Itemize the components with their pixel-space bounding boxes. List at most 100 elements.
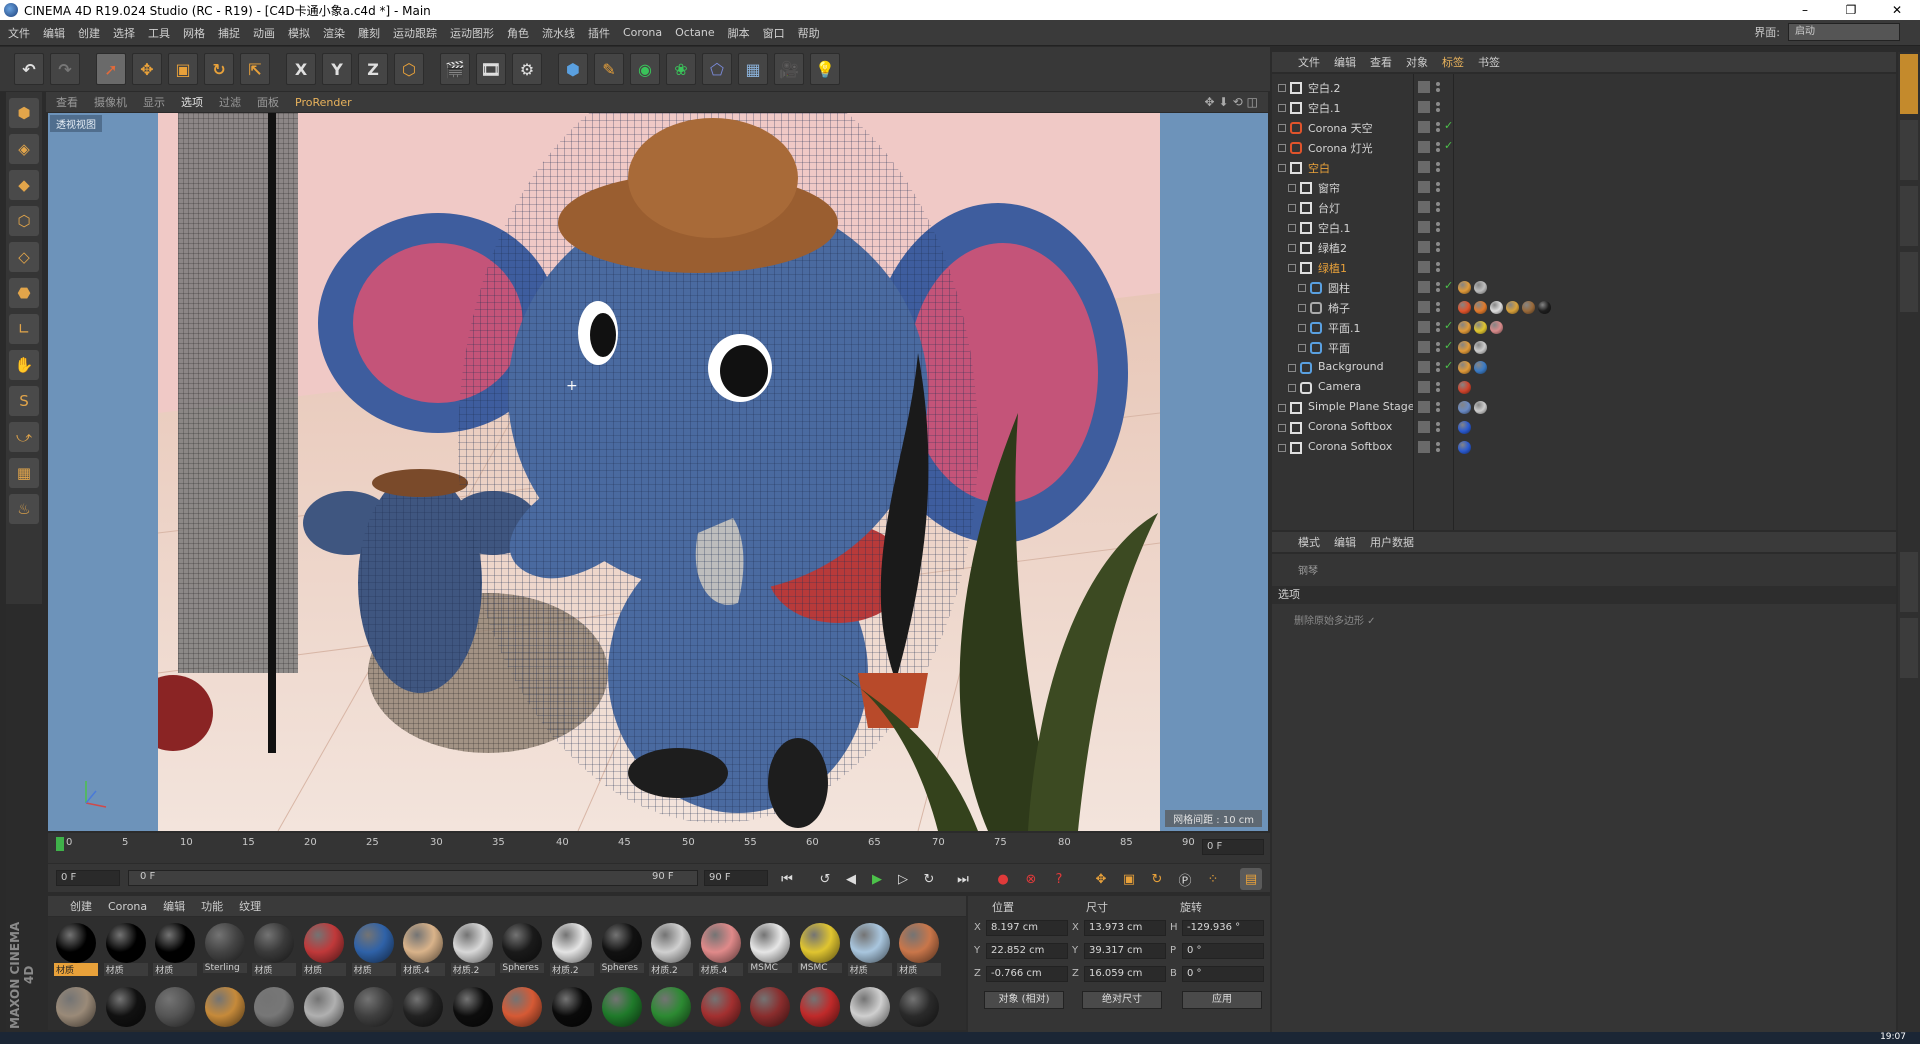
material-swatch[interactable] (105, 987, 146, 1027)
layer-icon[interactable] (1418, 201, 1430, 213)
layer-icon[interactable] (1418, 381, 1430, 393)
visibility-dots-icon[interactable] (1436, 361, 1440, 373)
goto-end-button[interactable]: ⏭ (952, 868, 974, 890)
menu-plugins[interactable]: 插件 (588, 25, 610, 41)
next-frame-button[interactable]: ▷ (892, 868, 914, 890)
om-menu-bookmarks[interactable]: 书签 (1478, 54, 1500, 70)
redo-button[interactable]: ↷ (50, 53, 80, 85)
material-swatch[interactable]: 材质.4 (698, 921, 743, 981)
tag-icon[interactable] (1458, 381, 1471, 394)
layer-icon[interactable] (1418, 301, 1430, 313)
enabled-check-icon[interactable]: ✓ (1444, 339, 1453, 352)
record-key-button[interactable]: ● (992, 868, 1014, 890)
tag-icon[interactable] (1458, 321, 1471, 334)
array-button[interactable]: ❀ (666, 53, 696, 85)
object-name[interactable]: 绿植1 (1318, 260, 1347, 276)
object-name[interactable]: Background (1318, 360, 1384, 373)
tag-icon[interactable] (1506, 301, 1519, 314)
play-button[interactable]: ▶ (866, 868, 888, 890)
visibility-dots-icon[interactable] (1436, 261, 1440, 273)
object-row[interactable]: 空白.2 (1272, 78, 1896, 97)
close-button[interactable]: ✕ (1874, 0, 1920, 20)
coordinate-mode-dropdown[interactable]: 对象 (相对) (984, 991, 1064, 1009)
layer-icon[interactable] (1418, 401, 1430, 413)
object-name[interactable]: Corona 天空 (1308, 120, 1373, 136)
material-swatch[interactable]: 材质 (351, 921, 396, 981)
pos-x-field[interactable]: 8.197 cm (986, 920, 1068, 936)
menu-window[interactable]: 窗口 (763, 25, 785, 41)
visibility-dots-icon[interactable] (1436, 301, 1440, 313)
tag-icon[interactable] (1458, 341, 1471, 354)
expand-icon[interactable] (1278, 424, 1286, 432)
visibility-dots-icon[interactable] (1436, 101, 1440, 113)
viewport-menu-cameras[interactable]: 摄像机 (94, 94, 127, 110)
material-menu-edit[interactable]: 编辑 (163, 898, 185, 914)
object-name[interactable]: 空白.2 (1308, 80, 1341, 96)
tag-icon[interactable] (1458, 301, 1471, 314)
quantize-icon[interactable]: ♨ (9, 494, 39, 524)
material-swatch[interactable]: 材质 (252, 921, 297, 981)
visibility-dots-icon[interactable] (1436, 281, 1440, 293)
layer-icon[interactable] (1418, 261, 1430, 273)
viewport-nav-icons[interactable]: ✥⬇⟲◫ (1204, 95, 1262, 109)
goto-start-button[interactable]: ⏮ (776, 868, 798, 890)
expand-icon[interactable] (1288, 364, 1296, 372)
menu-animate[interactable]: 动画 (253, 25, 275, 41)
keyframe-selection-button[interactable]: ? (1048, 868, 1070, 890)
material-swatch[interactable] (899, 987, 940, 1027)
layer-icon[interactable] (1418, 321, 1430, 333)
material-swatch[interactable]: 材质 (847, 921, 892, 981)
rot-b-field[interactable]: 0 ° (1182, 966, 1264, 982)
solo-mode-icon[interactable]: S (9, 386, 39, 416)
menu-select[interactable]: 选择 (113, 25, 135, 41)
tag-icon[interactable] (1474, 321, 1487, 334)
material-swatch[interactable] (304, 987, 344, 1027)
camera-button[interactable]: 🎥 (774, 53, 804, 85)
object-name[interactable]: 平面.1 (1328, 320, 1361, 336)
om-menu-edit[interactable]: 编辑 (1334, 54, 1356, 70)
rotate-tool-button[interactable]: ↻ (204, 53, 234, 85)
material-swatch[interactable]: Spheres (500, 921, 545, 981)
menu-help[interactable]: 帮助 (798, 25, 820, 41)
tag-icon[interactable] (1458, 441, 1471, 454)
key-rotation-button[interactable]: ↻ (1146, 868, 1168, 890)
visibility-dots-icon[interactable] (1436, 161, 1440, 173)
expand-icon[interactable] (1278, 144, 1286, 152)
object-name[interactable]: 绿植2 (1318, 240, 1347, 256)
menu-create[interactable]: 创建 (78, 25, 100, 41)
enabled-check-icon[interactable]: ✓ (1444, 279, 1453, 292)
layer-icon[interactable] (1418, 161, 1430, 173)
enabled-check-icon[interactable]: ✓ (1444, 319, 1453, 332)
object-name[interactable]: Simple Plane Stage (1308, 400, 1415, 413)
object-name[interactable]: 空白.1 (1308, 100, 1341, 116)
expand-icon[interactable] (1298, 284, 1306, 292)
material-swatch[interactable] (56, 987, 96, 1027)
prev-key-button[interactable]: ↺ (814, 868, 836, 890)
visibility-dots-icon[interactable] (1436, 221, 1440, 233)
viewport-menu-filter[interactable]: 过滤 (219, 94, 241, 110)
tag-icon[interactable] (1474, 301, 1487, 314)
material-swatch[interactable] (403, 987, 444, 1027)
key-pla-button[interactable]: ⁘ (1202, 868, 1224, 890)
material-swatch[interactable] (700, 987, 741, 1027)
deformer-button[interactable]: ⬠ (702, 53, 732, 85)
size-y-field[interactable]: 39.317 cm (1084, 943, 1166, 959)
object-row[interactable]: Simple Plane Stage (1272, 398, 1896, 417)
texture-mode-icon[interactable]: ◈ (9, 134, 39, 164)
visibility-dots-icon[interactable] (1436, 241, 1440, 253)
material-swatch[interactable] (552, 987, 592, 1027)
light-button[interactable]: 💡 (810, 53, 840, 85)
material-swatch[interactable] (651, 987, 692, 1027)
material-swatch[interactable] (452, 987, 493, 1027)
coordinate-system-button[interactable]: ⬡ (394, 53, 424, 85)
expand-icon[interactable] (1278, 444, 1286, 452)
material-swatch[interactable]: 材质.4 (401, 921, 446, 981)
pen-spline-button[interactable]: ✎ (594, 53, 624, 85)
menu-octane[interactable]: Octane (675, 26, 715, 39)
layer-icon[interactable] (1418, 101, 1430, 113)
om-menu-objects[interactable]: 对象 (1406, 54, 1428, 70)
menu-pipeline[interactable]: 流水线 (542, 25, 575, 41)
layer-icon[interactable] (1418, 121, 1430, 133)
material-swatch[interactable]: 材质 (897, 921, 942, 981)
layer-icon[interactable] (1418, 441, 1430, 453)
